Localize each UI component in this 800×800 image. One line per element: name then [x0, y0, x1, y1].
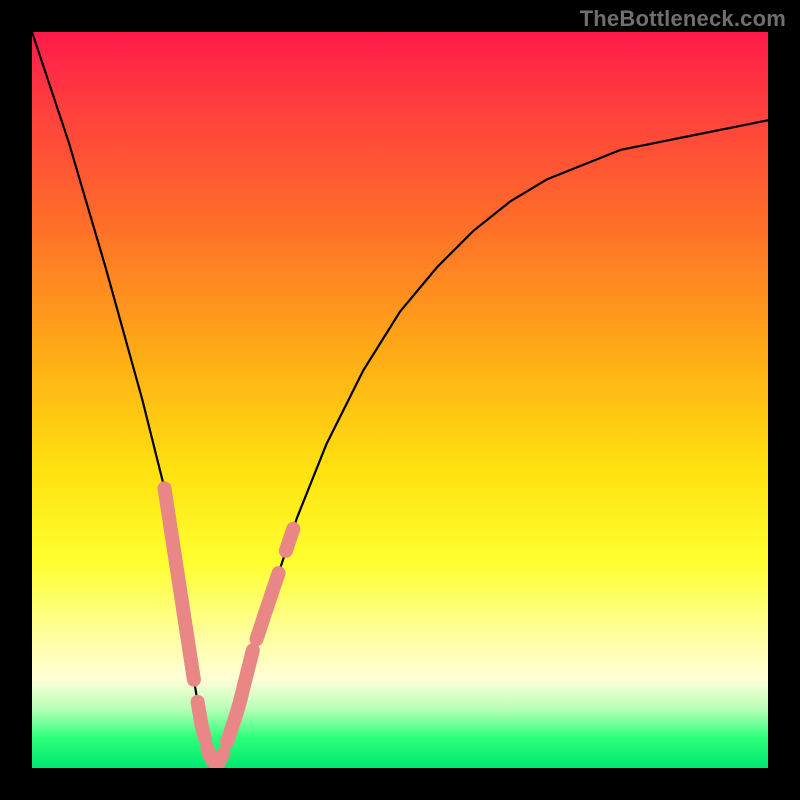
bottleneck-curve [32, 32, 768, 768]
marker-segment [198, 702, 205, 739]
marker-segment [227, 650, 253, 742]
chart-frame: TheBottleneck.com [0, 0, 800, 800]
watermark-text: TheBottleneck.com [580, 6, 786, 32]
marker-segment [207, 747, 212, 760]
marker-segment [257, 573, 279, 639]
curve-svg [32, 32, 768, 768]
plot-area [32, 32, 768, 768]
marker-segment [286, 529, 293, 551]
marker-segments [165, 488, 294, 768]
marker-segment [165, 488, 194, 679]
marker-segment [216, 753, 223, 768]
